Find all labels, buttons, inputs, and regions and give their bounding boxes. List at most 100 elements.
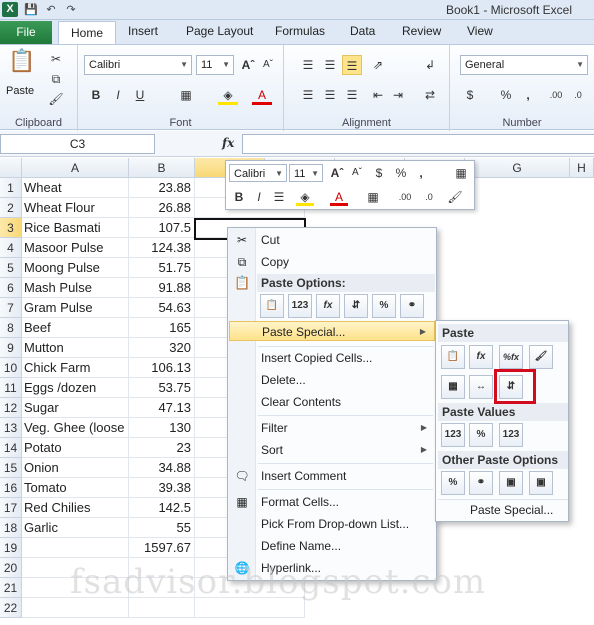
orientation-icon[interactable]: ⇗: [368, 55, 388, 75]
paste-option-transpose[interactable]: ⇵: [344, 294, 368, 318]
column-header-h[interactable]: H: [570, 158, 594, 178]
row-header[interactable]: 19: [0, 538, 22, 558]
tab-view[interactable]: View: [467, 24, 493, 38]
mini-comma-icon[interactable]: ,: [412, 164, 430, 182]
sub-paste-formulas-number-format[interactable]: %fx: [499, 345, 523, 369]
cell-b[interactable]: 107.5: [129, 218, 195, 238]
row-header[interactable]: 12: [0, 398, 22, 418]
underline-icon[interactable]: U: [130, 85, 150, 105]
shrink-font-icon[interactable]: Aˇ: [258, 55, 278, 75]
tab-home[interactable]: Home: [58, 21, 117, 44]
cell-a[interactable]: Beef: [22, 318, 129, 338]
column-header-a[interactable]: A: [22, 158, 129, 178]
align-center-icon[interactable]: ☰: [320, 85, 340, 105]
row-header[interactable]: 9: [0, 338, 22, 358]
align-right-icon[interactable]: ☰: [342, 85, 362, 105]
menu-sort[interactable]: Sort ▶: [229, 440, 435, 460]
paste-option-paste[interactable]: 📋: [260, 294, 284, 318]
menu-paste-special[interactable]: Paste Special... ▶: [229, 321, 435, 341]
cell-a[interactable]: Gram Pulse: [22, 298, 129, 318]
tab-file[interactable]: File: [0, 21, 52, 44]
cell-b[interactable]: 55: [129, 518, 195, 538]
cell-b[interactable]: 130: [129, 418, 195, 438]
fill-color-icon[interactable]: ◈: [218, 85, 238, 105]
bold-icon[interactable]: B: [86, 85, 106, 105]
row-header[interactable]: 6: [0, 278, 22, 298]
sub-values-source-format[interactable]: 123: [499, 423, 523, 447]
column-header-g[interactable]: G: [465, 158, 570, 178]
name-box[interactable]: C3: [0, 134, 155, 154]
cell-a[interactable]: Tomato: [22, 478, 129, 498]
cell-b[interactable]: 320: [129, 338, 195, 358]
menu-insert-comment[interactable]: 🗨 Insert Comment: [229, 466, 435, 486]
cell-a[interactable]: Chick Farm: [22, 358, 129, 378]
mini-accounting-icon[interactable]: $: [370, 164, 388, 182]
borders-icon[interactable]: ▦: [176, 85, 196, 105]
cell-b[interactable]: 39.38: [129, 478, 195, 498]
sub-paste-keep-source-format[interactable]: 🖌: [529, 345, 553, 369]
sub-values[interactable]: 123: [441, 423, 465, 447]
mini-decrease-decimal-icon[interactable]: .0: [420, 188, 438, 206]
row-header[interactable]: 10: [0, 358, 22, 378]
cell-b[interactable]: 106.13: [129, 358, 195, 378]
tab-data[interactable]: Data: [350, 24, 375, 38]
cell-a[interactable]: Rice Basmati: [22, 218, 129, 238]
mini-font-select[interactable]: Calibri ▼: [229, 164, 287, 182]
align-middle-icon[interactable]: ☰: [320, 55, 340, 75]
cell-a[interactable]: [22, 538, 129, 558]
align-left-icon[interactable]: ☰: [298, 85, 318, 105]
accounting-format-icon[interactable]: $: [460, 85, 480, 105]
cell-b[interactable]: 91.88: [129, 278, 195, 298]
align-top-icon[interactable]: ☰: [298, 55, 318, 75]
paste-option-formulas[interactable]: fx: [316, 294, 340, 318]
cell-b[interactable]: 1597.67: [129, 538, 195, 558]
mini-bold-icon[interactable]: B: [230, 188, 248, 206]
italic-icon[interactable]: I: [108, 85, 128, 105]
sub-formatting[interactable]: %: [441, 471, 465, 495]
cell-b[interactable]: 54.63: [129, 298, 195, 318]
row-header[interactable]: 21: [0, 578, 22, 598]
percent-style-icon[interactable]: %: [496, 85, 516, 105]
tab-formulas[interactable]: Formulas: [275, 24, 325, 38]
sub-paste-link[interactable]: ⚭: [469, 471, 493, 495]
cell-b[interactable]: 34.88: [129, 458, 195, 478]
cut-icon[interactable]: ✂: [46, 49, 66, 69]
cell-a[interactable]: Mash Pulse: [22, 278, 129, 298]
sub-linked-picture[interactable]: ▣: [529, 471, 553, 495]
cell-a[interactable]: Veg. Ghee (loose: [22, 418, 129, 438]
mini-grow-font-icon[interactable]: Aˆ: [328, 164, 346, 182]
sub-paste-no-borders[interactable]: ▦: [441, 375, 465, 399]
font-color-icon[interactable]: A: [252, 85, 272, 105]
tab-review[interactable]: Review: [402, 24, 441, 38]
menu-define-name[interactable]: Define Name...: [229, 536, 435, 556]
paste-option-formatting[interactable]: %: [372, 294, 396, 318]
increase-decimal-icon[interactable]: .00: [546, 85, 566, 105]
paste-icon[interactable]: 📋: [8, 50, 35, 81]
cell-a[interactable]: Wheat: [22, 178, 129, 198]
cell-b[interactable]: 26.88: [129, 198, 195, 218]
sub-paste-keep-column-widths[interactable]: ↔: [469, 375, 493, 399]
wrap-text-icon[interactable]: ↲: [420, 55, 440, 75]
cell-a[interactable]: Eggs /dozen: [22, 378, 129, 398]
cell-a[interactable]: Moong Pulse: [22, 258, 129, 278]
decrease-decimal-icon[interactable]: .0: [568, 85, 588, 105]
row-header[interactable]: 5: [0, 258, 22, 278]
menu-copy[interactable]: ⧉ Copy: [229, 252, 435, 272]
row-header[interactable]: 3: [0, 218, 22, 238]
mini-percent-icon[interactable]: %: [392, 164, 410, 182]
align-bottom-icon[interactable]: ☰: [342, 55, 362, 75]
cell-b[interactable]: 51.75: [129, 258, 195, 278]
row-header[interactable]: 16: [0, 478, 22, 498]
cell-a[interactable]: Wheat Flour: [22, 198, 129, 218]
insert-function-icon[interactable]: fx: [222, 136, 234, 150]
menu-filter[interactable]: Filter ▶: [229, 418, 435, 438]
sub-picture[interactable]: ▣: [499, 471, 523, 495]
formula-input[interactable]: [242, 134, 594, 154]
cell-b[interactable]: 124.38: [129, 238, 195, 258]
decrease-indent-icon[interactable]: ⇤: [368, 85, 388, 105]
row-header[interactable]: 20: [0, 558, 22, 578]
tab-insert[interactable]: Insert: [128, 24, 158, 38]
mini-format-icon[interactable]: ▦: [452, 164, 470, 182]
row-header[interactable]: 15: [0, 458, 22, 478]
paste-button[interactable]: Paste: [6, 85, 34, 97]
